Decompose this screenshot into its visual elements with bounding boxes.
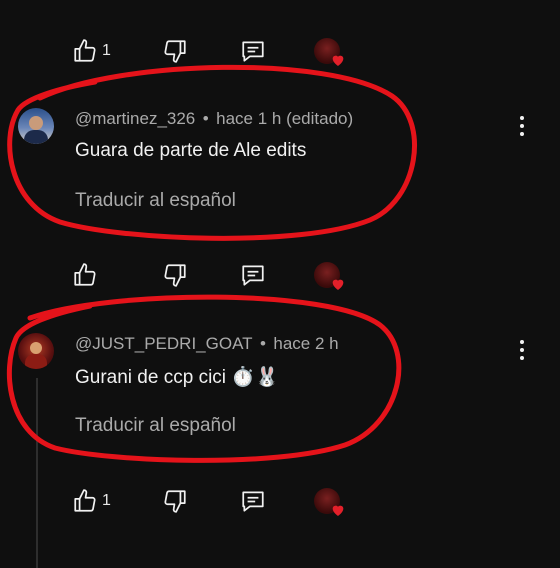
creator-heart <box>314 488 348 518</box>
comment-text: Gurani de ccp cici ⏱️🐰 <box>75 367 279 388</box>
reply-button[interactable] <box>238 486 268 516</box>
thumbs-up-icon <box>74 263 96 286</box>
avatar[interactable] <box>18 108 54 144</box>
author-handle[interactable]: @JUST_PEDRI_GOAT <box>75 334 253 353</box>
avatar[interactable] <box>18 333 54 369</box>
dislike-button[interactable] <box>160 260 190 290</box>
comment-text: Guara de parte de Ale edits <box>75 140 307 161</box>
like-button[interactable]: 1 <box>72 486 111 516</box>
like-button[interactable] <box>72 260 102 290</box>
comment-time[interactable]: hace 1 h (editado) <box>216 109 353 128</box>
thumbs-down-icon <box>164 490 186 513</box>
dislike-button[interactable] <box>160 36 190 66</box>
reply-button[interactable] <box>238 36 268 66</box>
creator-heart <box>314 38 348 68</box>
more-vert-icon <box>520 116 524 136</box>
like-count: 1 <box>102 492 111 509</box>
translate-link[interactable]: Traducir al español <box>75 190 236 212</box>
like-button[interactable]: 1 <box>72 36 111 66</box>
comment-header: @martinez_326 • hace 1 h (editado) <box>75 109 353 129</box>
like-count: 1 <box>102 42 111 59</box>
creator-heart-icon <box>332 279 344 290</box>
dislike-button[interactable] <box>160 486 190 516</box>
thumbs-down-icon <box>164 264 186 287</box>
more-options-button[interactable] <box>510 114 534 138</box>
reply-icon <box>242 491 264 512</box>
reply-icon <box>242 265 264 286</box>
more-options-button[interactable] <box>510 338 534 362</box>
author-handle[interactable]: @martinez_326 <box>75 109 195 128</box>
thumbs-down-icon <box>164 40 186 63</box>
meta-separator: • <box>202 109 209 128</box>
more-vert-icon <box>520 340 524 360</box>
thumbs-up-icon <box>74 39 96 62</box>
translate-link[interactable]: Traducir al español <box>75 415 236 437</box>
comment-header: @JUST_PEDRI_GOAT • hace 2 h <box>75 334 339 354</box>
thumbs-up-icon <box>74 489 96 512</box>
thread-line <box>36 378 38 568</box>
meta-separator: • <box>259 334 266 353</box>
creator-heart <box>314 262 348 292</box>
reply-button[interactable] <box>238 260 268 290</box>
creator-heart-icon <box>332 55 344 66</box>
comment-time[interactable]: hace 2 h <box>273 334 338 353</box>
creator-heart-icon <box>332 505 344 516</box>
reply-icon <box>242 41 264 62</box>
